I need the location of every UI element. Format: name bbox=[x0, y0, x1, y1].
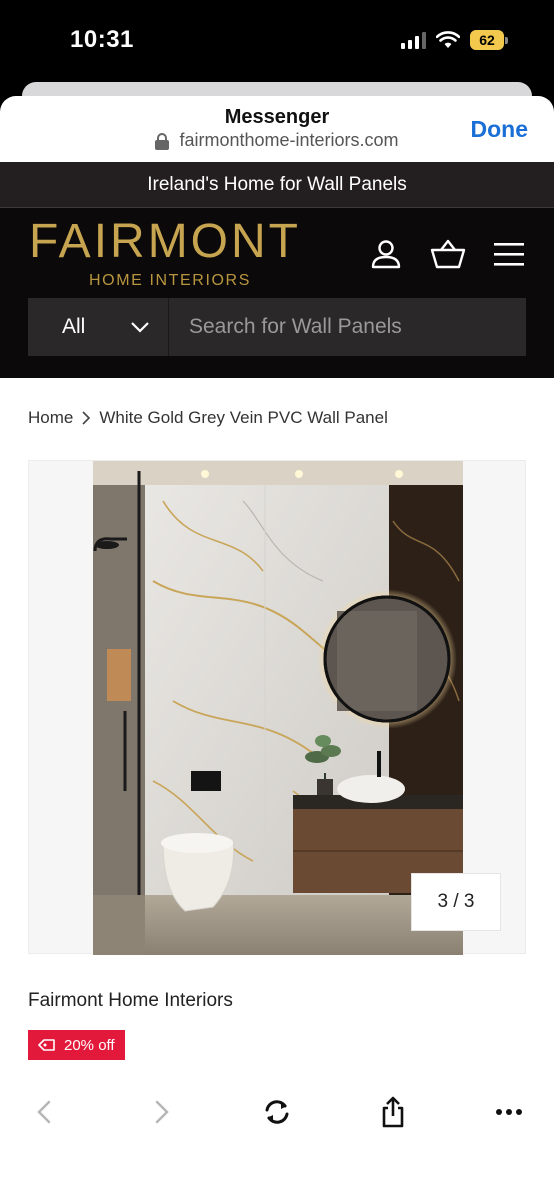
discount-badge: 20% off bbox=[28, 1030, 125, 1060]
chevron-right-icon bbox=[82, 411, 91, 425]
category-select[interactable]: All bbox=[28, 298, 168, 356]
chevron-down-icon bbox=[131, 322, 149, 333]
more-button[interactable] bbox=[487, 1090, 531, 1134]
reload-button[interactable] bbox=[255, 1090, 299, 1134]
announcement-bar: Ireland's Home for Wall Panels bbox=[0, 162, 554, 208]
breadcrumb-current: White Gold Grey Vein PVC Wall Panel bbox=[99, 408, 388, 427]
battery-level: 62 bbox=[470, 30, 504, 50]
breadcrumb-home[interactable]: Home bbox=[28, 408, 73, 428]
breadcrumb: Home White Gold Grey Vein PVC Wall Panel bbox=[28, 408, 388, 428]
account-icon[interactable] bbox=[370, 238, 402, 270]
header-actions bbox=[370, 238, 524, 270]
browser-toolbar bbox=[0, 1090, 554, 1134]
share-icon bbox=[382, 1096, 404, 1128]
reload-icon bbox=[265, 1100, 289, 1124]
search-input[interactable] bbox=[168, 298, 526, 356]
share-button[interactable] bbox=[371, 1090, 415, 1134]
more-icon bbox=[496, 1109, 522, 1115]
site-header: FAIRMONT HOME INTERIORS All bbox=[0, 208, 554, 378]
discount-badge-text: 20% off bbox=[64, 1036, 115, 1054]
wifi-icon bbox=[436, 31, 460, 48]
lock-icon bbox=[155, 132, 170, 150]
done-button[interactable]: Done bbox=[471, 116, 529, 143]
product-image[interactable] bbox=[93, 461, 463, 955]
back-button[interactable] bbox=[22, 1090, 66, 1134]
browser-header: Messenger fairmonthome-interiors.com Don… bbox=[0, 96, 554, 162]
status-time: 10:31 bbox=[70, 26, 134, 53]
battery-icon: 62 bbox=[470, 30, 508, 50]
forward-button[interactable] bbox=[140, 1090, 184, 1134]
browser-sheet: Messenger fairmonthome-interiors.com Don… bbox=[0, 96, 554, 1200]
status-indicators: 62 bbox=[401, 30, 508, 50]
product-vendor[interactable]: Fairmont Home Interiors bbox=[28, 990, 233, 1012]
menu-icon[interactable] bbox=[494, 241, 524, 267]
logo[interactable]: FAIRMONT bbox=[29, 214, 301, 269]
cellular-signal-icon bbox=[401, 31, 426, 49]
status-bar: 10:31 62 bbox=[0, 0, 554, 84]
cart-icon[interactable] bbox=[430, 238, 466, 270]
product-gallery[interactable]: 3 / 3 bbox=[28, 460, 526, 955]
category-select-value: All bbox=[62, 315, 86, 338]
tag-icon bbox=[38, 1039, 55, 1051]
url-text: fairmonthome-interiors.com bbox=[179, 130, 399, 150]
back-icon bbox=[37, 1100, 51, 1124]
forward-icon bbox=[155, 1100, 169, 1124]
logo-subtitle: HOME INTERIORS bbox=[89, 272, 251, 289]
gallery-counter: 3 / 3 bbox=[411, 873, 501, 931]
announcement-text: Ireland's Home for Wall Panels bbox=[147, 173, 407, 195]
search-bar: All bbox=[28, 298, 526, 356]
